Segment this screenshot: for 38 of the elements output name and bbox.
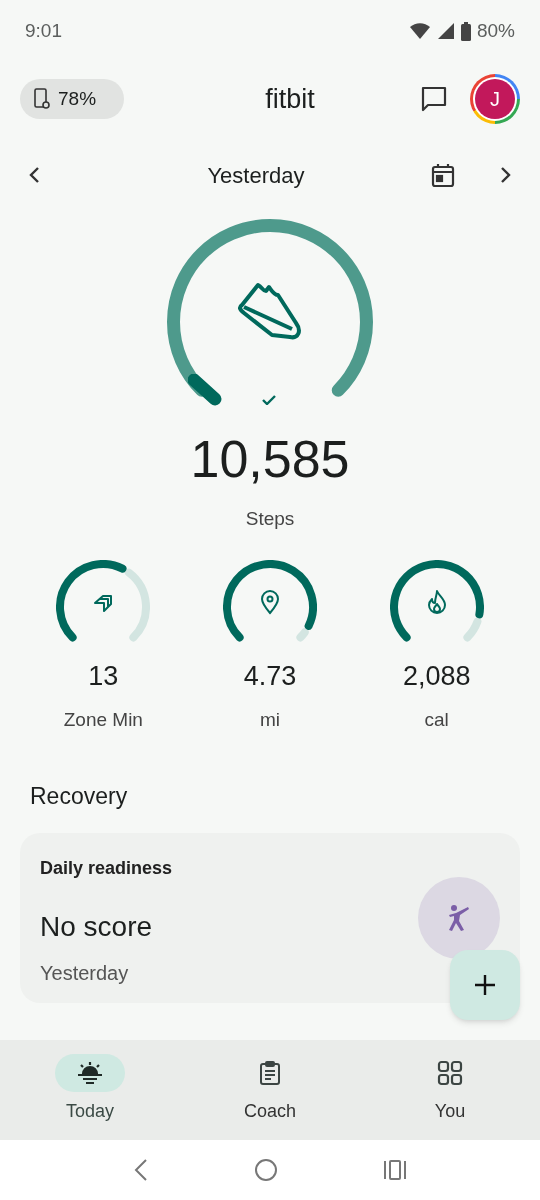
stat-label: Zone Min — [63, 708, 143, 732]
clipboard-icon — [258, 1060, 282, 1086]
grid-icon — [437, 1060, 463, 1086]
location-pin-icon — [258, 588, 282, 615]
back-icon[interactable] — [132, 1158, 149, 1182]
battery-percent: 80% — [476, 18, 515, 43]
calendar-icon[interactable] — [430, 162, 456, 188]
stat-value: 2,088 — [402, 659, 471, 693]
recents-icon[interactable] — [383, 1159, 408, 1181]
app-title: fitbit — [265, 82, 315, 116]
stat-value: 4.73 — [243, 659, 297, 693]
card-title: Daily readiness — [40, 857, 174, 880]
signal-icon — [436, 22, 455, 40]
sunrise-icon — [75, 1060, 105, 1086]
status-time: 9:01 — [25, 18, 62, 43]
readiness-date: Yesterday — [40, 961, 129, 986]
plus-icon — [474, 974, 496, 996]
stat-label: mi — [259, 708, 280, 732]
section-title: Recovery — [30, 781, 129, 811]
avatar[interactable]: J — [470, 74, 520, 124]
readiness-score: No score — [40, 910, 153, 944]
wifi-icon — [408, 22, 431, 40]
nav-tab[interactable]: Today — [0, 1054, 180, 1140]
home-icon[interactable] — [254, 1158, 278, 1182]
nav-tab[interactable]: Coach — [180, 1054, 360, 1140]
message-icon[interactable] — [420, 85, 448, 113]
readiness-card[interactable]: Daily readiness No score Yesterday — [20, 833, 520, 1003]
battery-icon — [460, 21, 471, 41]
stat-value: 13 — [88, 659, 119, 693]
flame-icon — [425, 588, 448, 615]
nav-tab[interactable]: You — [360, 1054, 540, 1140]
device-battery-chip[interactable]: 78% — [20, 79, 124, 119]
steps-value: 10,585 — [190, 433, 350, 485]
stretching-figure-icon — [446, 904, 472, 932]
date-label: Yesterday — [206, 161, 306, 190]
phone-watch-icon — [34, 88, 50, 110]
steps-label: Steps — [245, 507, 295, 531]
stat-label: cal — [424, 708, 449, 732]
